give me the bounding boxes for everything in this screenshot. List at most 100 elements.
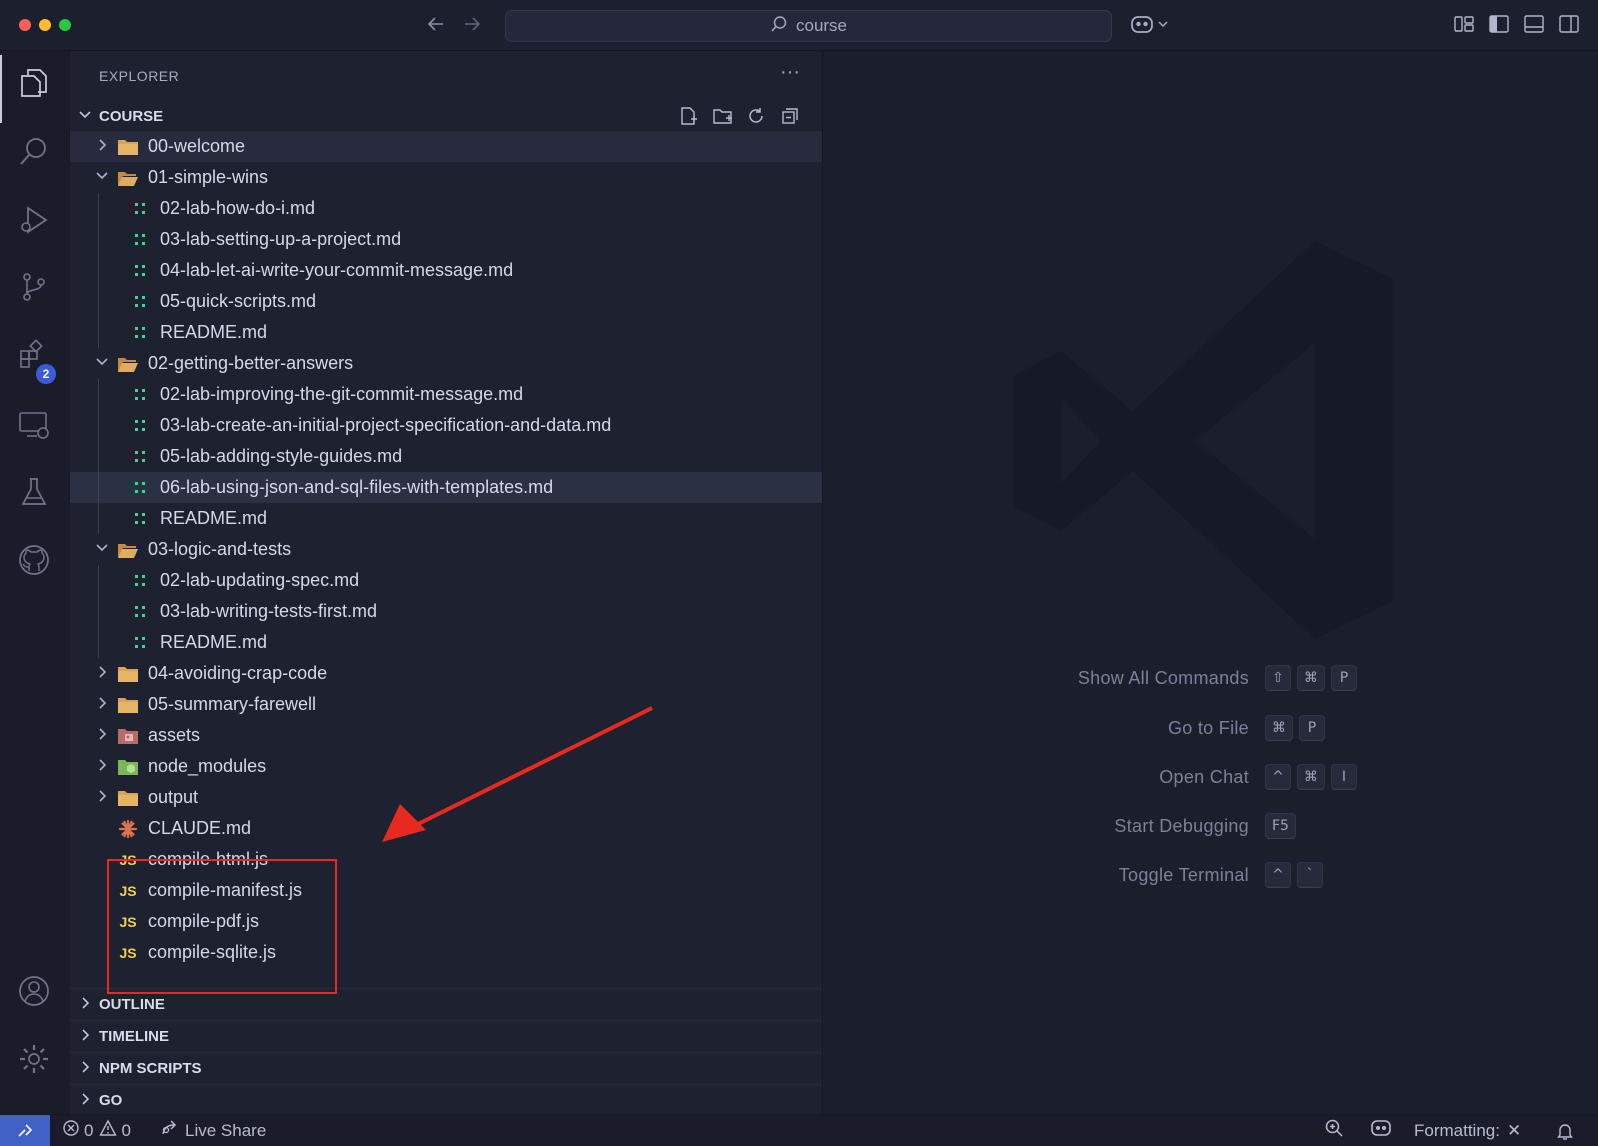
timeline-panel-header[interactable]: TIMELINE: [70, 1020, 822, 1052]
close-window-button[interactable]: [19, 19, 31, 31]
file-tree-label: 04-lab-let-ai-write-your-commit-message.…: [160, 260, 514, 280]
formatting-status[interactable]: Formatting: ✕: [1414, 1115, 1521, 1146]
toggle-secondary-sidebar-icon[interactable]: [1558, 14, 1580, 34]
run-and-debug-icon[interactable]: [16, 202, 52, 238]
markdown-file-item[interactable]: 05-quick-scripts.md: [70, 286, 822, 317]
shortcut-hint-row[interactable]: Start Debugging F5: [823, 813, 1598, 839]
keycap: ⇧: [1265, 665, 1291, 691]
file-tree-label: 02-lab-updating-spec.md: [160, 570, 360, 590]
copilot-menu-icon[interactable]: [1130, 13, 1170, 40]
accounts-icon[interactable]: [16, 973, 52, 1009]
folder-item[interactable]: 03-logic-and-tests: [70, 534, 822, 565]
folder-icon: [117, 665, 139, 683]
toggle-primary-sidebar-icon[interactable]: [1488, 14, 1510, 34]
zoom-window-button[interactable]: [59, 19, 71, 31]
file-tree-label: 06-lab-using-json-and-sql-files-with-tem…: [160, 477, 554, 497]
folder-item[interactable]: 04-avoiding-crap-code: [70, 658, 822, 689]
markdown-file-item[interactable]: README.md: [70, 627, 822, 658]
shortcut-label: Show All Commands: [1077, 667, 1249, 688]
course-folder-header[interactable]: COURSE: [70, 101, 822, 131]
file-tree-label: 04-avoiding-crap-code: [148, 663, 328, 683]
command-center-search[interactable]: course: [505, 10, 1112, 42]
warning-count: 0: [121, 1120, 131, 1140]
refresh-explorer-icon[interactable]: [746, 106, 766, 126]
markdown-file-item[interactable]: README.md: [70, 503, 822, 534]
live-share-label: Live Share: [185, 1120, 267, 1140]
testing-flask-icon[interactable]: [16, 474, 52, 510]
notifications-bell-icon[interactable]: [1556, 1115, 1574, 1146]
markdown-file-item[interactable]: 03-lab-create-an-initial-project-specifi…: [70, 410, 822, 441]
search-icon: [770, 15, 788, 37]
folder-open-icon: [117, 355, 139, 373]
markdown-file-item[interactable]: 03-lab-writing-tests-first.md: [70, 596, 822, 627]
folder-item[interactable]: 02-getting-better-answers: [70, 348, 822, 379]
assets-folder-icon: [117, 727, 139, 745]
markdown-file-icon: [129, 510, 151, 528]
forward-arrow-icon[interactable]: [461, 13, 483, 41]
shortcut-hint-row[interactable]: Go to File ⌘ P: [823, 715, 1598, 741]
file-tree-label: assets: [148, 725, 201, 745]
layout-controls: [1453, 14, 1580, 34]
status-bar: 0 0 Live Share Formatting: ✕: [0, 1114, 1598, 1146]
file-tree-label: CLAUDE.md: [148, 818, 252, 838]
shortcut-keys: ^ ⌘ I: [1265, 764, 1357, 790]
npm-scripts-label: NPM SCRIPTS: [99, 1060, 202, 1077]
shortcut-hint-row[interactable]: Show All Commands ⇧ ⌘ P: [823, 665, 1598, 691]
activity-bar: 2: [0, 51, 70, 1114]
manage-gear-icon[interactable]: [16, 1041, 52, 1077]
go-panel-header[interactable]: GO: [70, 1084, 822, 1116]
explorer-more-actions-icon[interactable]: ···: [780, 61, 800, 84]
chevron-right-icon: [94, 665, 110, 682]
copilot-icon: [1370, 1118, 1392, 1143]
customize-layout-icon[interactable]: [1453, 14, 1475, 34]
collapse-folders-icon[interactable]: [780, 106, 800, 126]
problems-indicator[interactable]: 0 0: [62, 1115, 131, 1146]
github-icon[interactable]: [16, 542, 52, 578]
markdown-file-icon: [129, 603, 151, 621]
remote-indicator-button[interactable]: [0, 1115, 50, 1146]
remote-explorer-icon[interactable]: [16, 407, 52, 443]
keycap: `: [1297, 862, 1323, 888]
file-tree-label: 02-lab-improving-the-git-commit-message.…: [160, 384, 524, 404]
folder-icon: [117, 789, 139, 807]
command-center-label: course: [795, 16, 848, 35]
zoom-indicator[interactable]: [1324, 1115, 1344, 1146]
file-tree-label: README.md: [160, 632, 268, 652]
npm-scripts-panel-header[interactable]: NPM SCRIPTS: [70, 1052, 822, 1084]
go-label: GO: [99, 1092, 123, 1109]
new-file-icon[interactable]: [678, 106, 698, 126]
explorer-files-icon[interactable]: [16, 65, 52, 101]
shortcut-hint-row[interactable]: Toggle Terminal ^ `: [823, 862, 1598, 888]
back-arrow-icon[interactable]: [425, 13, 447, 41]
markdown-file-item[interactable]: 02-lab-updating-spec.md: [70, 565, 822, 596]
markdown-file-item[interactable]: 04-lab-let-ai-write-your-commit-message.…: [70, 255, 822, 286]
markdown-file-item[interactable]: 06-lab-using-json-and-sql-files-with-tem…: [70, 472, 822, 503]
markdown-file-item[interactable]: 02-lab-improving-the-git-commit-message.…: [70, 379, 822, 410]
shortcut-hint-row[interactable]: Open Chat ^ ⌘ I: [823, 764, 1598, 790]
chevron-right-icon: [71, 1028, 99, 1045]
live-share-button[interactable]: Live Share: [160, 1115, 266, 1146]
shortcut-label: Go to File: [1167, 717, 1249, 738]
folder-item[interactable]: 00-welcome: [70, 131, 822, 162]
markdown-file-item[interactable]: 05-lab-adding-style-guides.md: [70, 441, 822, 472]
markdown-file-item[interactable]: 03-lab-setting-up-a-project.md: [70, 224, 822, 255]
markdown-file-item[interactable]: 02-lab-how-do-i.md: [70, 193, 822, 224]
warning-triangle-icon: [99, 1119, 118, 1142]
copilot-status-button[interactable]: [1370, 1115, 1392, 1146]
active-view-indicator: [0, 55, 2, 123]
chevron-right-icon: [94, 758, 110, 775]
chevron-right-icon: [94, 696, 110, 713]
minimize-window-button[interactable]: [39, 19, 51, 31]
vscode-logo-watermark-icon: [1013, 241, 1393, 639]
shortcut-label: Start Debugging: [1114, 815, 1249, 836]
source-control-icon[interactable]: [16, 269, 52, 305]
explorer-toolbar: [678, 101, 800, 131]
markdown-file-item[interactable]: README.md: [70, 317, 822, 348]
file-tree-label: README.md: [160, 322, 268, 342]
error-count: 0: [84, 1120, 94, 1140]
folder-item[interactable]: 01-simple-wins: [70, 162, 822, 193]
toggle-panel-icon[interactable]: [1523, 14, 1545, 34]
extensions-update-badge: 2: [36, 364, 56, 384]
search-view-icon[interactable]: [16, 134, 52, 170]
new-folder-icon[interactable]: [712, 106, 732, 126]
